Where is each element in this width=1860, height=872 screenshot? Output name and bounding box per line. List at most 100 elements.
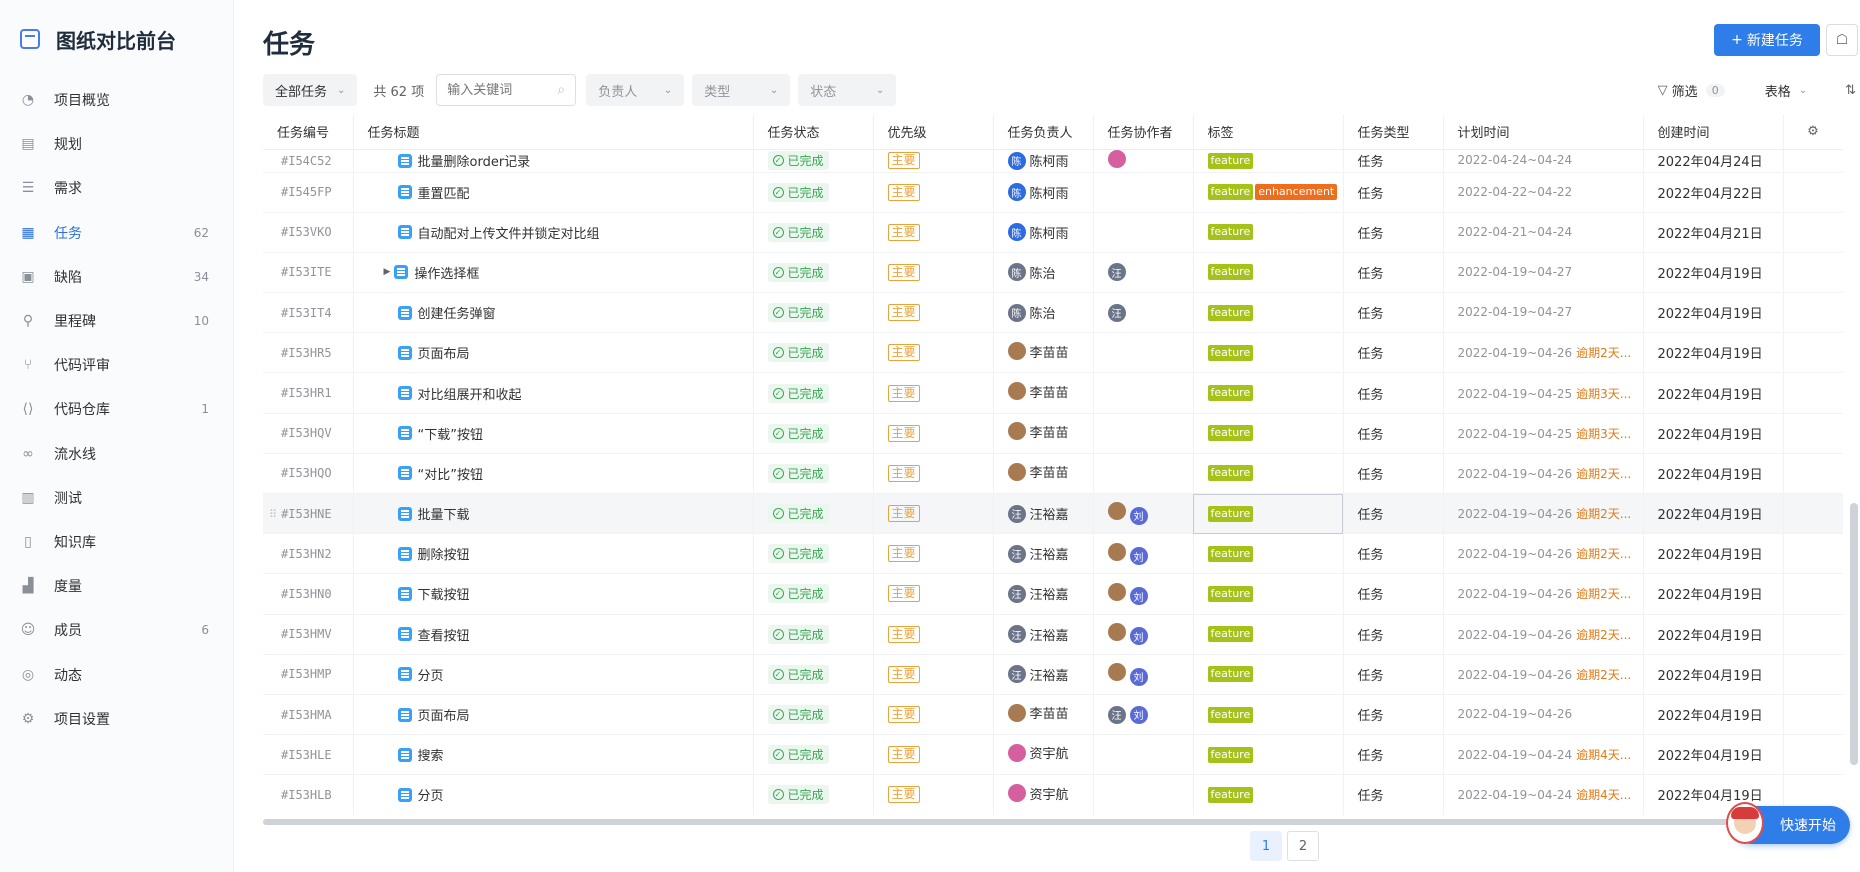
plan-cell[interactable]: 2022-04-21~04-24 — [1443, 212, 1644, 253]
collaborators-cell[interactable]: 刘 — [1093, 573, 1194, 615]
table-row[interactable]: #I53IT4 创建任务弹窗 ✓ 已完成 主要 陈陈治 汪 feature 任务 2022-04-… — [263, 292, 1843, 334]
collaborators-cell[interactable] — [1093, 212, 1194, 253]
task-title-cell[interactable]: 重置匹配 — [353, 172, 754, 213]
collaborators-cell[interactable] — [1093, 774, 1194, 815]
table-row[interactable]: #I53HR1 对比组展开和收起 ✓ 已完成 主要 李苗苗 feature 任务 2022-04… — [263, 372, 1843, 414]
plan-cell[interactable]: 2022-04-19~04-25 逾期3天... — [1443, 413, 1644, 454]
column-header[interactable]: 任务类型 — [1343, 115, 1444, 150]
task-title[interactable]: 查看按钮 — [418, 625, 470, 644]
tags-cell[interactable]: feature — [1193, 694, 1344, 736]
sidebar-item-8[interactable]: ∞ 流水线 — [0, 432, 233, 476]
priority-cell[interactable]: 主要 — [873, 149, 994, 173]
horizontal-scrollbar[interactable] — [263, 819, 1838, 825]
plan-cell[interactable]: 2022-04-19~04-26 逾期2天... — [1443, 654, 1644, 695]
collaborators-cell[interactable] — [1093, 332, 1194, 374]
table-row[interactable]: #I53HR5 页面布局 ✓ 已完成 主要 李苗苗 feature 任务 2022-04-19~… — [263, 332, 1843, 374]
task-title[interactable]: “下载”按钮 — [418, 424, 483, 443]
task-title[interactable]: 分页 — [418, 665, 444, 684]
table-row[interactable]: #I53HMV 查看按钮 ✓ 已完成 主要汪汪裕嘉刘 feature 任务 2022-04-1… — [263, 614, 1843, 655]
table-row[interactable]: #I53VKO 自动配对上传文件并锁定对比组 ✓ 已完成 主要 陈陈柯雨 feature 任务… — [263, 212, 1843, 253]
plan-cell[interactable]: 2022-04-19~04-27 — [1443, 292, 1644, 334]
tags-cell[interactable]: feature — [1193, 533, 1344, 575]
quick-start-button[interactable]: 快速开始 — [1726, 802, 1850, 844]
tags-cell[interactable]: feature — [1193, 292, 1344, 334]
tags-cell[interactable]: feature — [1193, 149, 1344, 173]
priority-cell[interactable]: 主要 — [873, 573, 994, 615]
owner-cell[interactable]: 汪汪裕嘉 — [993, 614, 1094, 655]
collaborators-cell[interactable]: 刘 — [1093, 654, 1194, 695]
priority-cell[interactable]: 主要 — [873, 533, 994, 575]
owner-cell[interactable]: 陈陈柯雨 — [993, 172, 1094, 213]
status-cell[interactable]: ✓ 已完成 — [753, 172, 874, 213]
plan-cell[interactable]: 2022-04-19~04-24 逾期4天... — [1443, 774, 1644, 815]
gear-icon[interactable]: ⚙ — [1783, 115, 1843, 150]
task-title[interactable]: 搜索 — [418, 745, 444, 764]
status-cell[interactable]: ✓ 已完成 — [753, 372, 874, 414]
task-title-cell[interactable]: 分页 — [353, 654, 754, 695]
plan-cell[interactable]: 2022-04-22~04-22 — [1443, 172, 1644, 213]
owner-cell[interactable]: 资宇航 — [993, 734, 1094, 776]
plan-cell[interactable]: 2022-04-19~04-25 逾期3天... — [1443, 372, 1644, 414]
tags-cell[interactable]: feature — [1193, 734, 1344, 776]
table-row[interactable]: #I53HN0 下载按钮 ✓ 已完成 主要汪汪裕嘉刘 feature 任务 2022-04-1… — [263, 573, 1843, 615]
task-title[interactable]: 批量删除order记录 — [418, 151, 531, 170]
tags-cell[interactable]: feature — [1193, 573, 1344, 615]
owner-cell[interactable]: 汪汪裕嘉 — [993, 493, 1094, 535]
owner-cell[interactable]: 李苗苗 — [993, 372, 1094, 414]
owner-cell[interactable]: 李苗苗 — [993, 453, 1094, 495]
tags-cell[interactable]: feature — [1193, 453, 1344, 495]
search-icon[interactable]: ⌕ — [557, 82, 565, 98]
tags-cell[interactable]: feature — [1193, 332, 1344, 374]
sidebar-item-6[interactable]: ⑂ 代码评审 — [0, 343, 233, 387]
task-title-cell[interactable]: “对比”按钮 — [353, 453, 754, 495]
column-header[interactable]: 优先级 — [873, 115, 994, 150]
tags-cell[interactable]: feature — [1193, 252, 1344, 294]
sidebar-item-10[interactable]: ▯ 知识库 — [0, 520, 233, 564]
priority-cell[interactable]: 主要 — [873, 493, 994, 535]
collaborators-cell[interactable] — [1093, 372, 1194, 414]
search-box[interactable]: ⌕ — [436, 74, 577, 106]
owner-cell[interactable]: 汪汪裕嘉 — [993, 654, 1094, 695]
table-row[interactable]: ⠿ #I53HNE 批量下载 ✓ 已完成 主要汪汪裕嘉刘 feature 任务 2022-04-… — [263, 493, 1843, 535]
status-filter[interactable]: 状态 ⌄ — [798, 74, 897, 106]
type-filter[interactable]: 类型 ⌄ — [692, 74, 791, 106]
tags-cell[interactable]: feature — [1193, 654, 1344, 695]
owner-cell[interactable]: 汪汪裕嘉 — [993, 573, 1094, 615]
priority-cell[interactable]: 主要 — [873, 172, 994, 213]
task-title[interactable]: 对比组展开和收起 — [418, 384, 522, 403]
status-cell[interactable]: ✓ 已完成 — [753, 212, 874, 253]
table-row[interactable]: #I53HQO “对比”按钮 ✓ 已完成 主要 李苗苗 feature 任务 2022-04-1… — [263, 453, 1843, 495]
tags-cell[interactable]: feature — [1193, 493, 1344, 535]
task-title-cell[interactable]: 页面布局 — [353, 332, 754, 374]
priority-cell[interactable]: 主要 — [873, 372, 994, 414]
collaborators-cell[interactable] — [1093, 413, 1194, 454]
status-cell[interactable]: ✓ 已完成 — [753, 149, 874, 173]
plan-cell[interactable]: 2022-04-19~04-26 逾期2天... — [1443, 533, 1644, 575]
sidebar-item-2[interactable]: ☰ 需求 — [0, 166, 233, 210]
priority-cell[interactable]: 主要 — [873, 252, 994, 294]
tags-cell[interactable]: feature — [1193, 212, 1344, 253]
plan-cell[interactable]: 2022-04-19~04-26 逾期2天... — [1443, 614, 1644, 655]
task-title-cell[interactable]: 批量删除order记录 — [353, 149, 754, 173]
table-row[interactable]: #I53HMP 分页 ✓ 已完成 主要汪汪裕嘉刘 feature 任务 2022-04-19~… — [263, 654, 1843, 695]
sidebar-item-3[interactable]: ▦ 任务 62 — [0, 211, 233, 255]
view-switch[interactable]: 表格 ⌄ — [1765, 81, 1807, 100]
tags-cell[interactable]: feature — [1193, 413, 1344, 454]
task-title-cell[interactable]: ▶ 操作选择框 — [353, 252, 754, 294]
priority-cell[interactable]: 主要 — [873, 614, 994, 655]
task-title-cell[interactable]: 删除按钮 — [353, 533, 754, 575]
collaborators-cell[interactable]: 汪 — [1093, 252, 1194, 294]
task-title[interactable]: 页面布局 — [418, 705, 470, 724]
page-button-2[interactable]: 2 — [1287, 831, 1319, 861]
task-title-cell[interactable]: 批量下载 — [353, 493, 754, 535]
table-row[interactable]: #I53HQV “下载”按钮 ✓ 已完成 主要 李苗苗 feature 任务 2022-04-1… — [263, 413, 1843, 454]
sidebar-item-0[interactable]: ◔ 项目概览 — [0, 78, 233, 122]
owner-cell[interactable]: 资宇航 — [993, 774, 1094, 815]
owner-cell[interactable]: 陈陈柯雨 — [993, 212, 1094, 253]
status-cell[interactable]: ✓ 已完成 — [753, 453, 874, 495]
table-row[interactable]: #I53ITE ▶ 操作选择框 ✓ 已完成 主要 陈陈治 汪 feature 任务 2022-04-… — [263, 252, 1843, 294]
column-header[interactable]: 任务标题 — [353, 115, 754, 150]
vertical-scrollbar[interactable] — [1850, 503, 1858, 765]
plan-cell[interactable]: 2022-04-19~04-27 — [1443, 252, 1644, 294]
sidebar-item-1[interactable]: ▤ 规划 — [0, 122, 233, 166]
